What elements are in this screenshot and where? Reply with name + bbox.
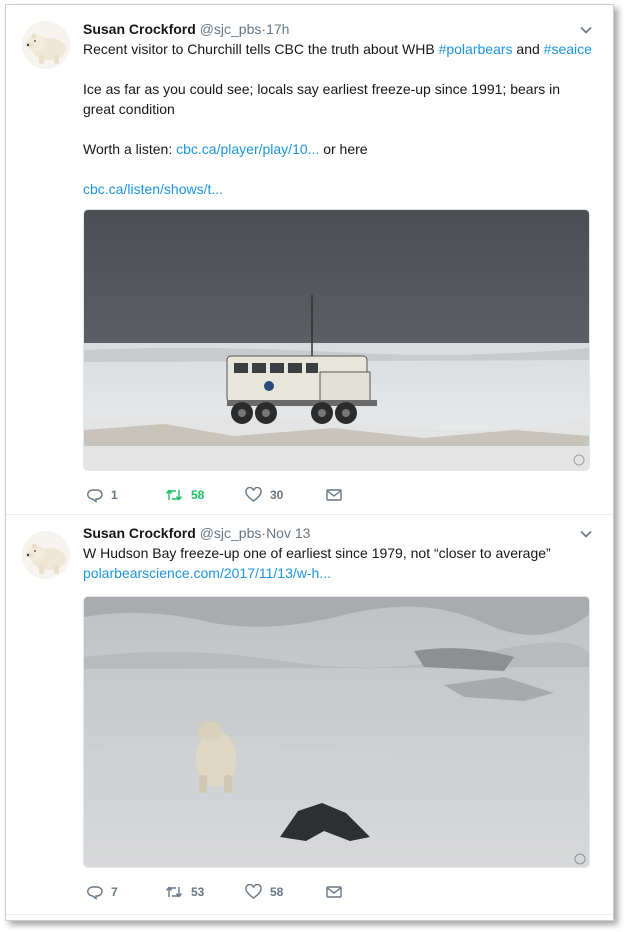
url-link[interactable]: polarbearscience.com/2017/11/13/w-h... (83, 565, 331, 581)
like-count: 58 (270, 885, 284, 899)
timestamp[interactable]: Nov 13 (266, 525, 310, 541)
url-link[interactable]: cbc.ca/listen/shows/t... (83, 181, 223, 197)
text: or here (319, 141, 368, 157)
text: Worth a listen: (83, 141, 177, 157)
avatar[interactable] (22, 21, 70, 69)
reply-count: 1 (111, 488, 118, 502)
reply-button[interactable]: 1 (87, 485, 118, 505)
avatar[interactable] (22, 531, 70, 579)
author-handle[interactable]: @sjc_pbs (200, 21, 262, 37)
tundra-buggy-photo (84, 210, 589, 470)
like-button[interactable]: 30 (245, 485, 283, 505)
hashtag-link[interactable]: #seaice (544, 41, 592, 57)
retweet-icon (165, 886, 183, 898)
text: W Hudson Bay freeze-up one of earliest s… (83, 545, 551, 561)
heart-icon (245, 487, 262, 502)
tweet-actions: 7 53 58 (83, 882, 595, 902)
like-count: 30 (270, 488, 284, 502)
retweet-button[interactable]: 53 (165, 882, 204, 902)
text: and (512, 41, 544, 57)
direct-message-button[interactable] (326, 485, 342, 505)
heart-icon (245, 884, 262, 899)
text: Ice as far as you could see; locals say … (83, 81, 561, 117)
reply-count: 7 (111, 885, 118, 899)
tweet-header: Susan Crockford @sjc_pbs·Nov 13 (83, 523, 595, 543)
retweet-count: 53 (191, 885, 205, 899)
tweet-text: W Hudson Bay freeze-up one of earliest s… (83, 543, 595, 583)
envelope-icon (326, 886, 342, 898)
retweet-count: 58 (191, 488, 205, 502)
chevron-down-icon[interactable] (579, 527, 595, 541)
author-handle[interactable]: @sjc_pbs (200, 525, 262, 541)
tweet-media[interactable] (83, 209, 590, 471)
url-link[interactable]: cbc.ca/player/play/10... (176, 141, 319, 157)
tweet-actions: 1 58 30 (83, 485, 595, 505)
like-button[interactable]: 58 (245, 882, 283, 902)
tweet-media[interactable] (83, 596, 590, 868)
tweet[interactable]: Susan Crockford @sjc_pbs·17h Recent visi… (6, 5, 613, 515)
hashtag-link[interactable]: #polarbears (439, 41, 513, 57)
reply-button[interactable]: 7 (87, 882, 118, 902)
polar-bear-photo (84, 597, 589, 867)
envelope-icon (326, 489, 342, 501)
retweet-icon (165, 489, 183, 501)
text: Recent visitor to Churchill tells CBC th… (83, 41, 439, 57)
reply-icon (87, 886, 103, 900)
tweet-header: Susan Crockford @sjc_pbs·17h (83, 19, 595, 39)
timestamp[interactable]: 17h (266, 21, 289, 37)
author-name[interactable]: Susan Crockford (83, 525, 196, 541)
author-name[interactable]: Susan Crockford (83, 21, 196, 37)
retweet-button[interactable]: 58 (165, 485, 204, 505)
direct-message-button[interactable] (326, 882, 342, 902)
timeline-frame: Susan Crockford @sjc_pbs·17h Recent visi… (5, 4, 614, 921)
tweet-text: Recent visitor to Churchill tells CBC th… (83, 39, 595, 199)
reply-icon (87, 489, 103, 503)
tweet[interactable]: Susan Crockford @sjc_pbs·Nov 13 W Hudson… (6, 515, 613, 915)
chevron-down-icon[interactable] (579, 23, 595, 37)
